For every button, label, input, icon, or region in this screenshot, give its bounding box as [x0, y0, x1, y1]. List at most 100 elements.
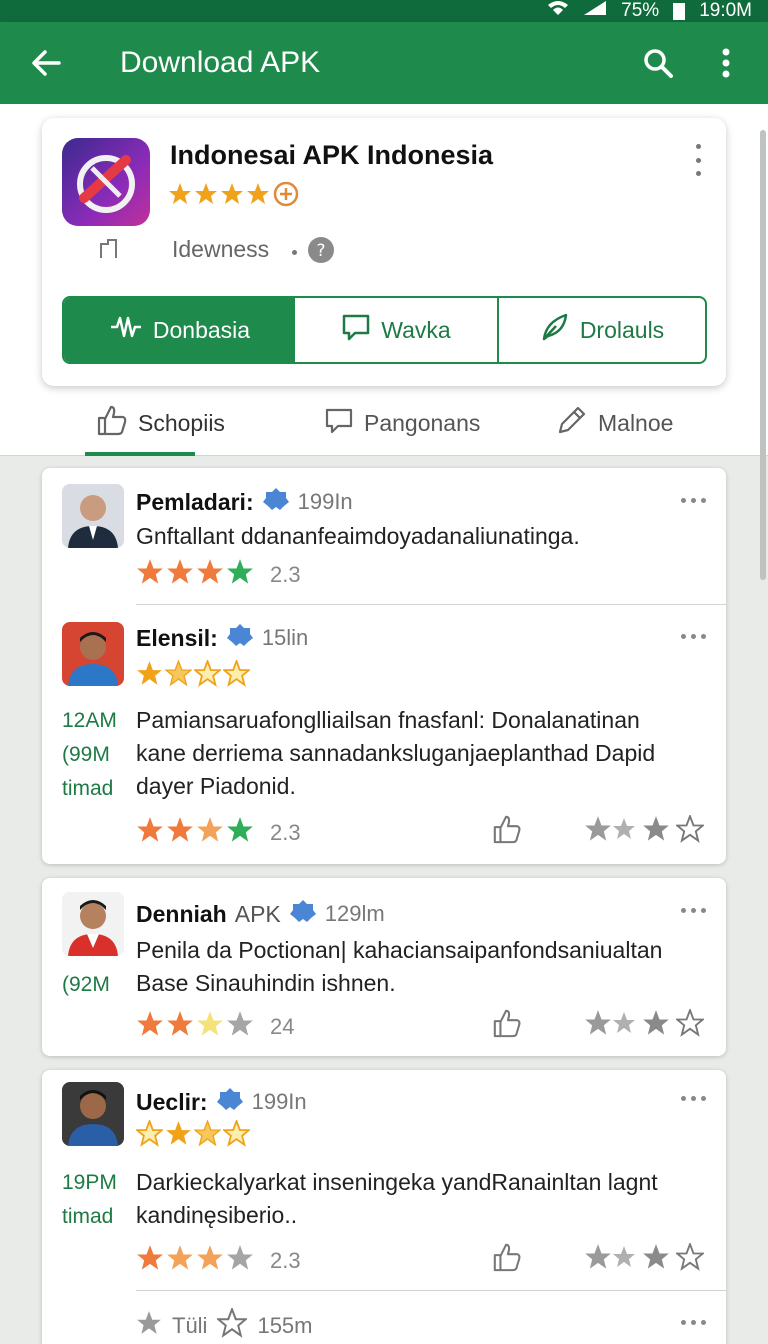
star-outline-icon[interactable]	[674, 1007, 706, 1042]
svg-text:?: ?	[316, 241, 325, 261]
review-score: 2.3	[270, 561, 301, 587]
star-icon	[136, 1244, 164, 1277]
more-horiz-icon[interactable]	[681, 1320, 706, 1325]
more-vert-icon[interactable]	[702, 39, 750, 87]
share-button-label: Drolauls	[579, 316, 665, 343]
download-button[interactable]: Donbasia	[64, 298, 295, 362]
review-text: Gnftallant ddananfeaimdoyadanaliunatinga…	[136, 523, 580, 549]
star-icon	[193, 1119, 222, 1152]
star-icon[interactable]	[612, 817, 636, 846]
star-icon	[226, 1244, 254, 1277]
side-label: timad	[62, 1205, 114, 1228]
action-button-group: Donbasia Wavka Drolauls	[62, 296, 707, 364]
star-icon[interactable]	[584, 815, 612, 848]
share-button[interactable]: Drolauls	[499, 298, 705, 362]
reviewer-name: Elensil: 15lin	[136, 622, 308, 654]
star-icon[interactable]	[612, 1011, 636, 1040]
reviewer-name: Denniah APK 129lm	[136, 898, 385, 930]
avatar[interactable]	[62, 622, 124, 686]
review-rating: 2.3	[136, 816, 301, 849]
reply-time: 155m	[257, 1312, 313, 1338]
avatar[interactable]	[62, 892, 124, 956]
review-actions	[492, 1007, 706, 1043]
more-horiz-icon[interactable]	[681, 1096, 706, 1101]
star-icon[interactable]	[584, 1243, 612, 1276]
scrollbar[interactable]	[760, 130, 766, 580]
star-icon[interactable]	[612, 1245, 636, 1274]
side-label: (92M	[62, 973, 110, 996]
star-outline-icon[interactable]	[674, 813, 706, 848]
star-icon	[136, 1010, 164, 1043]
app-card: Indonesai APK Indonesia Idewness ? Donba…	[42, 118, 726, 386]
review-actions	[492, 813, 706, 849]
signal-icon	[583, 0, 607, 22]
star-icon[interactable]	[584, 1009, 612, 1042]
divider	[136, 1290, 726, 1291]
page-title: Download APK	[120, 46, 321, 79]
more-vert-icon[interactable]	[688, 144, 708, 176]
verified-badge-icon	[262, 486, 290, 518]
search-icon[interactable]	[634, 39, 682, 87]
star-icon[interactable]	[642, 1009, 670, 1042]
review-rating: 24	[136, 1010, 294, 1043]
tab-schopiis[interactable]: Schopiis	[96, 394, 225, 452]
feather-icon	[540, 312, 570, 348]
star-icon	[136, 1310, 162, 1341]
star-outline-icon[interactable]	[215, 1306, 249, 1343]
more-horiz-icon[interactable]	[681, 634, 706, 639]
review-text-line: Darkieckalyarkat inseningeka yandRanainl…	[136, 1169, 658, 1195]
review-text-line: kane derriema sannadanksluganjaeplanthad…	[136, 740, 656, 766]
battery-icon	[673, 2, 686, 20]
more-horiz-icon[interactable]	[681, 908, 706, 913]
verified-badge-icon	[216, 1086, 244, 1118]
star-icon[interactable]	[642, 815, 670, 848]
more-horiz-icon[interactable]	[681, 498, 706, 503]
review-rating: 2.3	[136, 1244, 301, 1277]
tab-pangonans[interactable]: Pangonans	[324, 394, 480, 452]
reviewer-name-text: Elensil:	[136, 624, 218, 651]
info-icon[interactable]: ?	[307, 236, 335, 269]
star-outline-icon[interactable]	[674, 1241, 706, 1276]
review-score: 24	[270, 1013, 295, 1039]
arrow-left-icon[interactable]	[22, 39, 70, 87]
star-icon	[226, 558, 254, 591]
star-icon	[221, 1118, 252, 1152]
star-icon	[166, 816, 194, 849]
star-icon	[136, 660, 163, 692]
star-icon	[164, 659, 193, 692]
star-icon	[196, 1010, 224, 1043]
star-icon	[226, 1010, 254, 1043]
thumbs-up-icon[interactable]	[492, 814, 522, 849]
verified-badge-icon	[226, 622, 254, 654]
battery-text: 75%	[621, 0, 660, 21]
review-card: Denniah APK 129lm (92M Penila da Poction…	[42, 878, 726, 1056]
star-icon	[165, 1120, 192, 1152]
thumbs-up-icon[interactable]	[492, 1008, 522, 1043]
review-text-line: dayer Piadonid.	[136, 773, 296, 799]
review-text-line: Base Sinauhindin ishnen.	[136, 970, 396, 996]
review-top-rating	[134, 1118, 252, 1152]
reviewer-name-text: Ueclir:	[136, 1088, 208, 1115]
verified-badge-icon	[289, 898, 317, 930]
star-icon	[194, 182, 218, 211]
review-text-line: Pamiansaruafonglliailsan fnasfanl: Donal…	[136, 707, 640, 733]
app-rating	[168, 180, 300, 213]
review-side-labels: (92M	[62, 968, 110, 1002]
reviewer-name-text: Denniah	[136, 900, 227, 927]
thumbs-up-icon[interactable]	[492, 1242, 522, 1277]
tab-label: Pangonans	[364, 409, 481, 436]
review-button[interactable]: Wavka	[295, 298, 499, 362]
avatar[interactable]	[62, 484, 124, 548]
star-icon[interactable]	[642, 1243, 670, 1276]
star-icon	[196, 816, 224, 849]
avatar[interactable]	[62, 1082, 124, 1146]
tab-label: Malnoe	[598, 409, 674, 436]
reply-label: Tüli	[172, 1312, 208, 1338]
comment-icon	[341, 312, 371, 348]
reviewer-name-extra: APK	[234, 900, 281, 927]
pencil-icon	[556, 404, 588, 442]
star-icon	[166, 558, 194, 591]
star-icon	[196, 558, 224, 591]
flag-icon	[98, 236, 120, 265]
tab-malnoe[interactable]: Malnoe	[556, 394, 673, 452]
